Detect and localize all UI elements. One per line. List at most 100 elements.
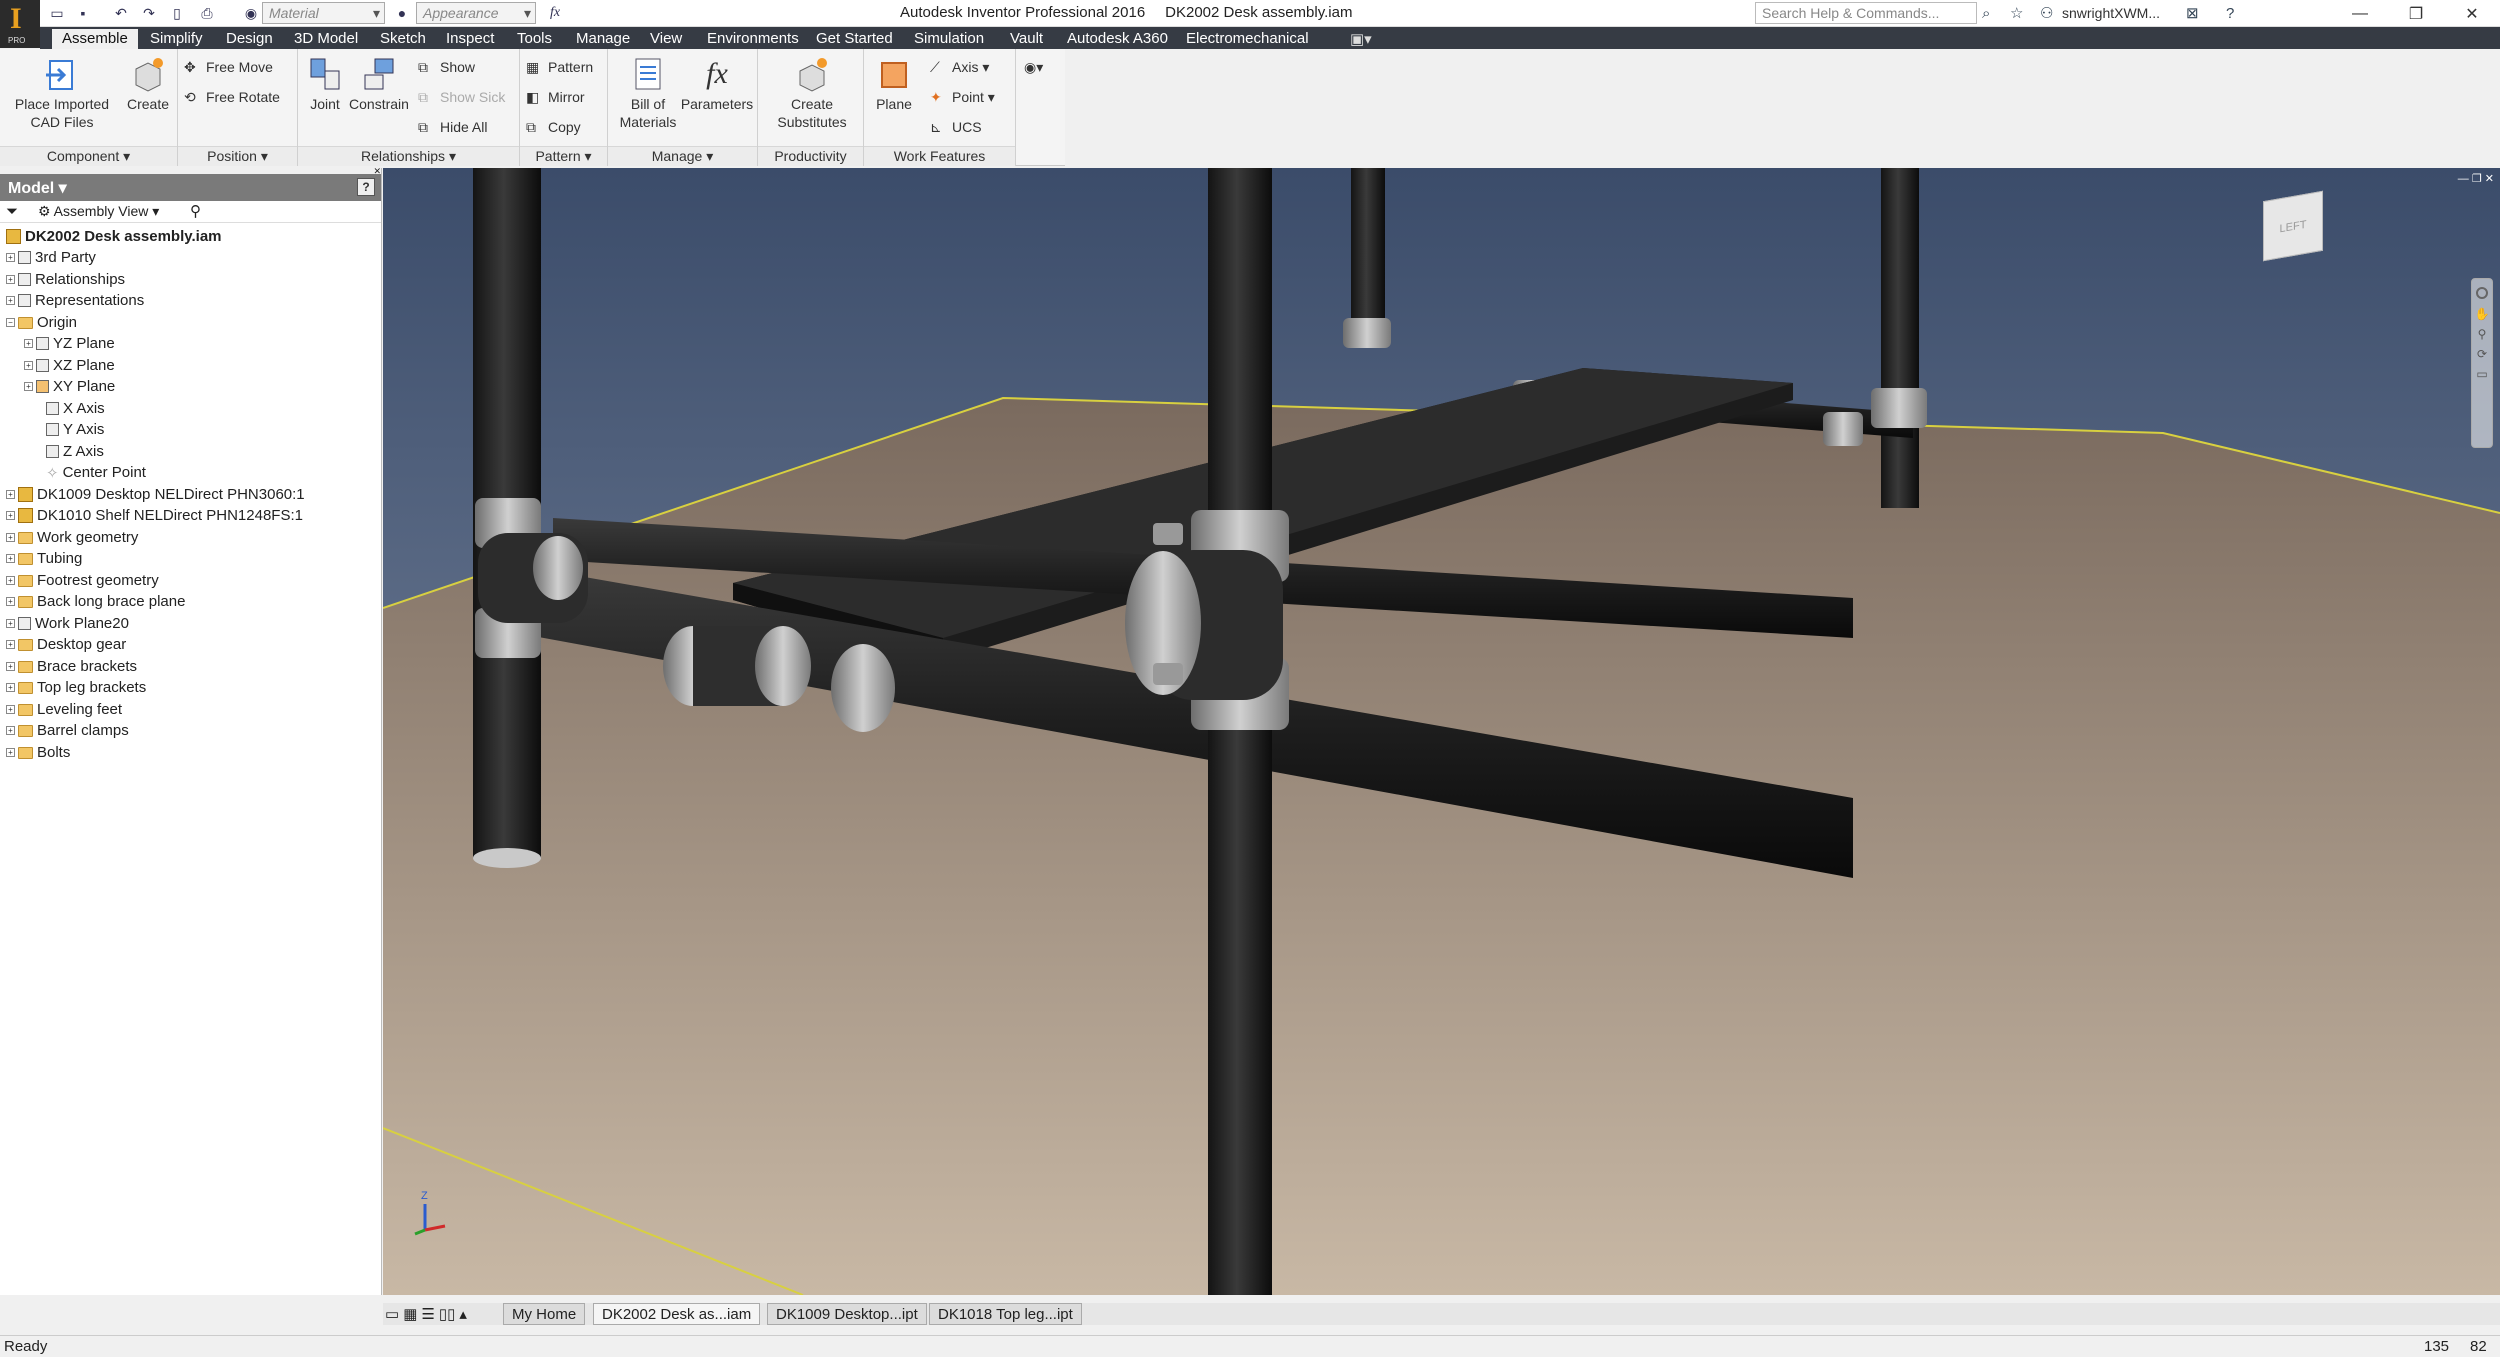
expand-icon[interactable]: + (6, 253, 15, 262)
ucs-button[interactable]: ⊾ UCS (930, 114, 982, 140)
expand-icon[interactable]: + (6, 662, 15, 671)
find-icon[interactable]: ⚲ (190, 202, 201, 220)
save-icon[interactable]: ▪ (72, 2, 94, 24)
tree-item[interactable]: + Desktop gear (6, 634, 126, 655)
appearance-combo[interactable]: Appearance (416, 2, 536, 24)
free-move-button[interactable]: ✥ Free Move (184, 54, 273, 80)
axis-button[interactable]: ⟋ Axis ▾ (930, 54, 989, 80)
expand-icon[interactable]: + (6, 511, 15, 520)
viewport-window-controls[interactable]: — ❐ ✕ (2458, 172, 2494, 185)
tree-item[interactable]: Y Axis (46, 419, 104, 440)
create-substitutes-button[interactable]: Create Substitutes (766, 55, 858, 131)
tab-simplify[interactable]: Simplify (140, 29, 213, 49)
free-rotate-button[interactable]: ⟲ Free Rotate (184, 84, 280, 110)
doc-tab-assembly[interactable]: DK2002 Desk as...iam (593, 1303, 761, 1325)
tree-item[interactable]: + Bolts (6, 742, 70, 763)
expand-icon[interactable]: + (24, 382, 33, 391)
tab-inspect[interactable]: Inspect (436, 29, 504, 49)
browser-header[interactable]: Model ▾? (0, 174, 381, 201)
component-panel-label[interactable]: Component ▾ (0, 146, 177, 166)
expand-icon[interactable]: + (6, 554, 15, 563)
tree-item[interactable]: + Tubing (6, 548, 82, 569)
tab-tools[interactable]: Tools (507, 29, 562, 49)
tab-manage[interactable]: Manage (566, 29, 640, 49)
expand-icon[interactable]: + (6, 640, 15, 649)
tree-item[interactable]: + XY Plane (24, 376, 115, 397)
orbit-icon[interactable]: ⟳ (2472, 347, 2492, 361)
browser-help-icon[interactable]: ? (357, 178, 375, 196)
filter-icon[interactable]: ⏷ (6, 203, 18, 220)
restore-button[interactable]: ❐ (2388, 0, 2444, 27)
ribbon-overflow-icon[interactable]: ◉▾ (1024, 54, 1043, 80)
tree-item[interactable]: X Axis (46, 398, 105, 419)
expand-icon[interactable]: + (6, 597, 15, 606)
position-panel-label[interactable]: Position ▾ (178, 146, 297, 166)
exchange-icon[interactable]: ⊠ (2186, 2, 2199, 24)
user-name[interactable]: snwrightXWM... (2062, 2, 2160, 24)
tree-item[interactable]: + Back long brace plane (6, 591, 185, 612)
tree-item[interactable]: + DK1009 Desktop NELDirect PHN3060:1 (6, 484, 305, 505)
tab-layout-icons[interactable]: ▭ ▦ ☰ ▯▯ ▴ (383, 1303, 497, 1325)
tree-item[interactable]: + Relationships (6, 269, 125, 290)
star-icon[interactable]: ☆ (2010, 2, 2023, 24)
open-icon[interactable]: ▭ (46, 2, 68, 24)
tree-item[interactable]: + Top leg brackets (6, 677, 146, 698)
close-button[interactable]: ✕ (2444, 0, 2500, 27)
tree-item[interactable]: + Footrest geometry (6, 570, 159, 591)
expand-icon[interactable]: + (6, 619, 15, 628)
steering-wheel-icon[interactable] (2476, 287, 2488, 299)
tree-item[interactable]: + YZ Plane (24, 333, 115, 354)
expand-icon[interactable]: + (6, 726, 15, 735)
plane-button[interactable]: Plane (870, 55, 918, 113)
help-icon[interactable]: ? (2226, 2, 2234, 24)
undo-icon[interactable]: ↶ (110, 2, 132, 24)
minimize-button[interactable]: — (2332, 0, 2388, 27)
expand-icon[interactable]: + (6, 576, 15, 585)
zoom-icon[interactable]: ⚲ (2472, 327, 2492, 341)
tab-sketch[interactable]: Sketch (370, 29, 436, 49)
show-sick-button[interactable]: ⧉ Show Sick (418, 84, 505, 110)
tab-vault[interactable]: Vault (1000, 29, 1053, 49)
redo-icon[interactable]: ↷ (138, 2, 160, 24)
tree-item[interactable]: − Origin (6, 312, 77, 333)
place-imported-button[interactable]: Place Imported CAD Files (6, 55, 118, 131)
tree-item[interactable]: Z Axis (46, 441, 104, 462)
tree-item[interactable]: + Barrel clamps (6, 720, 129, 741)
tree-item[interactable]: +3rd Party (6, 247, 96, 268)
create-component-button[interactable]: Create (122, 55, 174, 113)
pattern-panel-label[interactable]: Pattern ▾ (520, 146, 607, 166)
look-at-icon[interactable]: ▭ (2472, 367, 2492, 381)
expand-icon[interactable]: + (6, 296, 15, 305)
tree-item[interactable]: ✧ Center Point (46, 462, 146, 483)
tab-get-started[interactable]: Get Started (806, 29, 903, 49)
constrain-button[interactable]: Constrain (348, 55, 410, 113)
expand-icon[interactable]: + (6, 275, 15, 284)
relationships-panel-label[interactable]: Relationships ▾ (298, 146, 519, 166)
tab-assemble[interactable]: Assemble (52, 29, 138, 49)
tab-simulation[interactable]: Simulation (904, 29, 994, 49)
tree-item[interactable]: + XZ Plane (24, 355, 115, 376)
pan-icon[interactable]: ✋ (2472, 307, 2492, 321)
tree-root[interactable]: DK2002 Desk assembly.iam (6, 226, 222, 247)
pattern-button[interactable]: ▦ Pattern (526, 54, 593, 80)
tab-view[interactable]: View (640, 29, 692, 49)
tab-autodesk-a360[interactable]: Autodesk A360 (1057, 29, 1178, 49)
tab-design[interactable]: Design (216, 29, 283, 49)
expand-icon[interactable]: + (6, 748, 15, 757)
expand-icon[interactable]: + (24, 339, 33, 348)
show-button[interactable]: ⧉ Show (418, 54, 475, 80)
doc-tab-my-home[interactable]: My Home (503, 1303, 586, 1325)
expand-icon[interactable]: + (6, 533, 15, 542)
copy-button[interactable]: ⧉ Copy (526, 114, 581, 140)
binoculars-icon[interactable]: ⌕ (1982, 2, 1990, 24)
new-icon[interactable]: ▯ (166, 2, 188, 24)
tab-electromechanical[interactable]: Electromechanical (1176, 29, 1319, 49)
tree-item[interactable]: + DK1010 Shelf NELDirect PHN1248FS:1 (6, 505, 303, 526)
tab-environments[interactable]: Environments (697, 29, 809, 49)
joint-button[interactable]: Joint (302, 55, 348, 113)
hide-all-button[interactable]: ⧉ Hide All (418, 114, 487, 140)
tree-item[interactable]: + Leveling feet (6, 699, 122, 720)
user-icon[interactable]: ⚇ (2040, 2, 2053, 24)
point-button[interactable]: ✦ Point ▾ (930, 84, 995, 110)
tree-item[interactable]: + Work geometry (6, 527, 138, 548)
